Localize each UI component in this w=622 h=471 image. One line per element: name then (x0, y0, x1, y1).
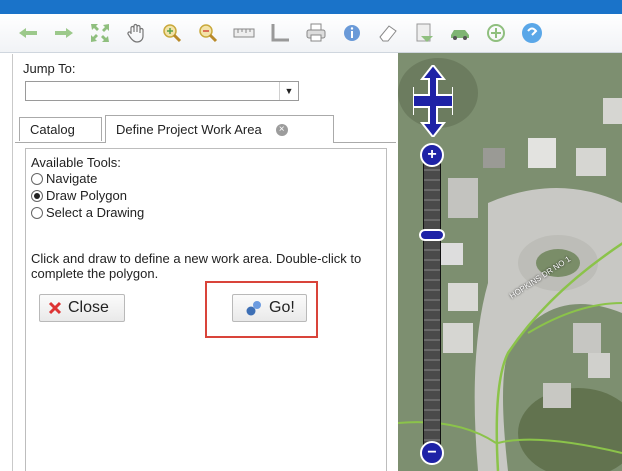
radio-navigate-label: Navigate (46, 171, 98, 186)
info-icon[interactable] (338, 19, 366, 47)
app-top-bar (0, 0, 622, 14)
radio-button-selected[interactable] (31, 189, 43, 202)
full-extent-icon[interactable] (86, 19, 114, 47)
map-view[interactable]: HOPKINS DR NO 1 + − (398, 53, 622, 471)
instructions-text: Click and draw to define a new work area… (31, 251, 362, 281)
back-arrow-icon[interactable] (14, 19, 42, 47)
radio-select-drawing[interactable]: Select a Drawing (31, 205, 144, 220)
zoom-in-icon[interactable] (158, 19, 186, 47)
close-button[interactable]: Close (39, 294, 125, 322)
eraser-icon[interactable] (374, 19, 402, 47)
jump-to-select[interactable]: ▼ (25, 81, 299, 101)
radio-navigate[interactable]: Navigate (31, 171, 97, 186)
zoom-out-button[interactable]: − (420, 441, 444, 465)
panel-tabs: Catalog Define Project Work Area × (15, 115, 396, 143)
add-layer-icon[interactable] (482, 19, 510, 47)
document-icon[interactable] (410, 19, 438, 47)
close-x-icon (48, 301, 62, 315)
jump-to-label: Jump To: (23, 61, 76, 76)
tab-close-icon[interactable]: × (275, 123, 288, 136)
available-tools-label: Available Tools: (31, 155, 121, 170)
map-toolbar (0, 14, 622, 53)
help-icon[interactable] (518, 19, 546, 47)
radio-draw-polygon-label: Draw Polygon (46, 188, 127, 203)
zoom-slider-track[interactable] (423, 149, 441, 453)
chevron-down-icon[interactable]: ▼ (279, 82, 298, 100)
tab-catalog-label: Catalog (30, 122, 75, 137)
side-panel: Jump To: ▼ Catalog Define Project Work A… (12, 54, 399, 471)
forward-arrow-icon[interactable] (50, 19, 78, 47)
car-icon[interactable] (446, 19, 474, 47)
measure-ruler-icon[interactable] (230, 19, 258, 47)
radio-button[interactable] (31, 206, 43, 219)
close-button-label: Close (68, 299, 109, 316)
radio-select-drawing-label: Select a Drawing (46, 205, 145, 220)
print-icon[interactable] (302, 19, 330, 47)
radio-button[interactable] (31, 172, 43, 185)
zoom-in-button[interactable]: + (420, 143, 444, 167)
measure-area-icon[interactable] (266, 19, 294, 47)
tab-define-project-work-area[interactable]: Define Project Work Area × (105, 115, 334, 143)
zoom-slider-handle[interactable] (419, 229, 445, 241)
zoom-out-icon[interactable] (194, 19, 222, 47)
radio-draw-polygon[interactable]: Draw Polygon (31, 188, 127, 203)
pan-control-icon[interactable] (413, 65, 453, 137)
tab-define-label: Define Project Work Area (116, 122, 262, 137)
go-button-highlight (205, 281, 318, 338)
pan-hand-icon[interactable] (122, 19, 150, 47)
tab-catalog[interactable]: Catalog (19, 117, 102, 141)
